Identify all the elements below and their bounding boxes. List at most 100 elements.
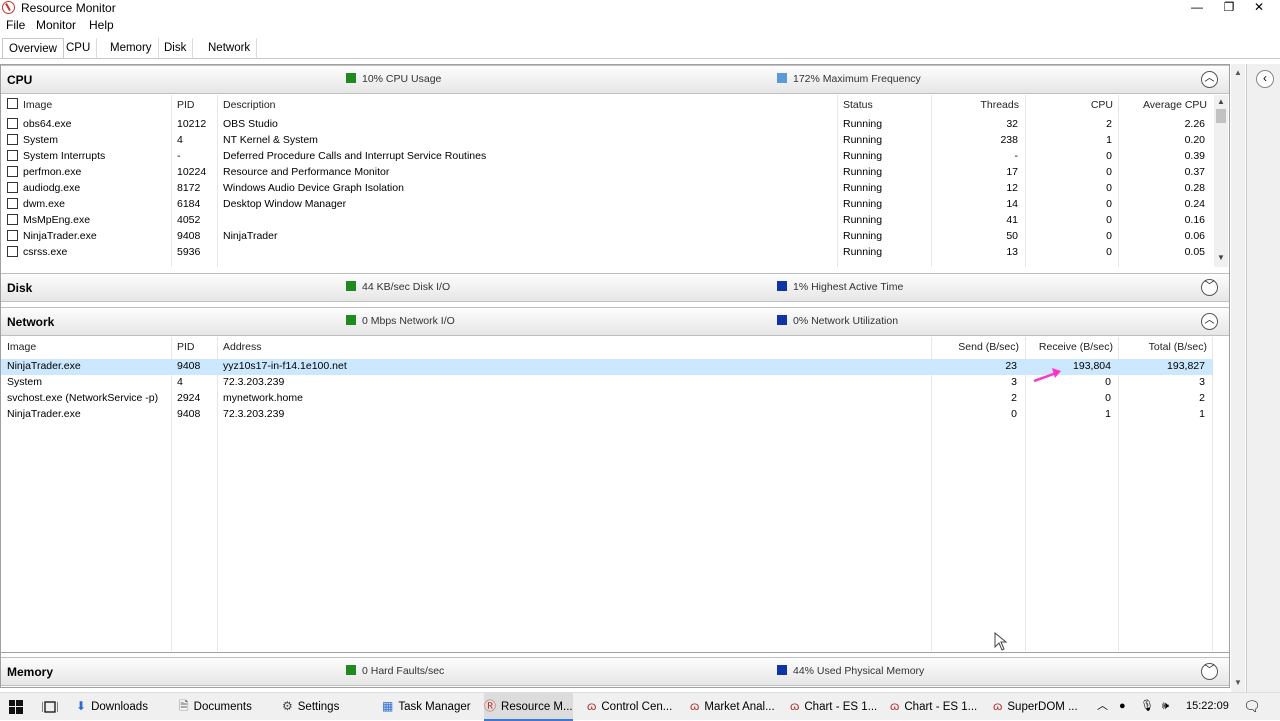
cpu-section-header[interactable]: CPU 10% CPU Usage 172% Maximum Frequency… bbox=[1, 65, 1229, 94]
row-checkbox[interactable] bbox=[7, 230, 18, 241]
col-image[interactable]: Image bbox=[23, 99, 52, 111]
table-row[interactable]: MsMpEng.exe 4052 Running 41 0 0.16 bbox=[1, 213, 1213, 229]
row-checkbox[interactable] bbox=[7, 198, 18, 209]
table-row[interactable]: NinjaTrader.exe 9408 72.3.203.239 0 1 1 bbox=[1, 407, 1213, 423]
net-col-send[interactable]: Send (B/sec) bbox=[935, 341, 1019, 353]
minimize-button[interactable]: — bbox=[1184, 0, 1210, 16]
close-button[interactable]: ✕ bbox=[1246, 0, 1272, 16]
gear-icon: ⚙ bbox=[282, 699, 293, 713]
window-scrollbar[interactable]: ▲ ▼ bbox=[1231, 64, 1245, 692]
net-col-pid[interactable]: PID bbox=[177, 341, 195, 353]
microphone-icon[interactable]: 🎙 bbox=[1140, 693, 1154, 721]
expand-graphs-button[interactable]: ‹ bbox=[1256, 70, 1274, 88]
taskbar-chart-es-2[interactable]: ɷ Chart - ES 1... bbox=[890, 693, 977, 721]
tab-network[interactable]: Network bbox=[202, 38, 258, 59]
row-checkbox[interactable] bbox=[7, 134, 18, 145]
col-threads[interactable]: Threads bbox=[961, 99, 1019, 111]
tab-cpu[interactable]: CPU bbox=[60, 38, 98, 59]
cpu-usage-swatch bbox=[346, 73, 356, 83]
windows-start-icon[interactable] bbox=[9, 700, 23, 714]
col-cpu[interactable]: CPU bbox=[1061, 99, 1113, 111]
tray-app-icon[interactable]: ● bbox=[1119, 693, 1126, 721]
disk-io-swatch bbox=[346, 281, 356, 291]
col-average-cpu[interactable]: Average CPU bbox=[1121, 99, 1207, 111]
network-io-label: 0 Mbps Network I/O bbox=[362, 315, 455, 327]
scroll-up-icon[interactable]: ▲ bbox=[1217, 97, 1225, 106]
tab-disk[interactable]: Disk bbox=[158, 38, 194, 59]
scroll-up-icon[interactable]: ▲ bbox=[1234, 68, 1242, 77]
menu-help[interactable]: Help bbox=[89, 18, 114, 32]
task-view-icon[interactable] bbox=[42, 700, 58, 714]
row-checkbox[interactable] bbox=[7, 166, 18, 177]
table-row[interactable]: svchost.exe (NetworkService -p) 2924 mynet… bbox=[1, 391, 1213, 407]
col-pid[interactable]: PID bbox=[177, 99, 195, 111]
process-average-cpu: 0.39 bbox=[1184, 150, 1205, 162]
tab-overview[interactable]: Overview bbox=[2, 38, 64, 59]
taskbar-downloads[interactable]: ⬇ Downloads bbox=[76, 693, 148, 721]
process-average-cpu: 0.28 bbox=[1184, 182, 1205, 194]
net-col-address[interactable]: Address bbox=[223, 341, 262, 353]
col-status[interactable]: Status bbox=[843, 99, 873, 111]
process-pid: 10212 bbox=[177, 118, 207, 130]
col-description[interactable]: Description bbox=[223, 99, 276, 111]
process-threads: 17 bbox=[1006, 166, 1018, 178]
hard-faults-label: 0 Hard Faults/sec bbox=[362, 665, 445, 677]
maximize-button[interactable]: ❐ bbox=[1216, 0, 1242, 16]
net-col-total[interactable]: Total (B/sec) bbox=[1121, 341, 1207, 353]
cpu-table-scrollbar[interactable]: ▲ ▼ bbox=[1214, 95, 1228, 267]
taskbar-chart-es-1[interactable]: ɷ Chart - ES 1... bbox=[790, 693, 877, 721]
tab-memory[interactable]: Memory bbox=[104, 38, 159, 59]
resource-monitor-icon bbox=[2, 1, 15, 14]
ninjatrader-icon: ɷ bbox=[790, 699, 800, 713]
scroll-down-icon[interactable]: ▼ bbox=[1217, 253, 1225, 262]
row-checkbox[interactable] bbox=[7, 150, 18, 161]
notifications-icon[interactable]: 🗨 bbox=[1243, 693, 1261, 721]
cpu-collapse-button[interactable]: ︿ bbox=[1201, 71, 1218, 88]
process-cpu: 2 bbox=[1106, 118, 1112, 130]
task-manager-icon: ▦ bbox=[382, 699, 394, 713]
tray-overflow-icon[interactable]: ︿ bbox=[1097, 693, 1108, 721]
scroll-thumb[interactable] bbox=[1216, 109, 1226, 123]
taskbar-superdom[interactable]: ɷ SuperDOM ... bbox=[993, 693, 1078, 721]
net-image: svchost.exe (NetworkService -p) bbox=[7, 392, 159, 404]
taskbar-documents[interactable]: 🗎 Documents bbox=[179, 693, 252, 721]
table-row[interactable]: obs64.exe 10212 OBS Studio Running 32 2 2.26 bbox=[1, 117, 1213, 133]
resource-monitor-icon: Ⓡ bbox=[484, 699, 497, 713]
disk-expand-button[interactable]: ﹀ bbox=[1201, 279, 1218, 296]
table-row[interactable]: csrss.exe 5936 Running 13 0 0.05 bbox=[1, 245, 1213, 261]
taskbar-market-analyzer[interactable]: ɷ Market Anal... bbox=[690, 693, 775, 721]
volume-icon[interactable]: 🕪 bbox=[1162, 693, 1169, 721]
document-icon: 🗎 bbox=[179, 699, 189, 713]
clock[interactable]: 15:22:09 bbox=[1186, 693, 1229, 721]
memory-expand-button[interactable]: ﹀ bbox=[1201, 663, 1218, 680]
row-checkbox[interactable] bbox=[7, 118, 18, 129]
network-utilization-label: 0% Network Utilization bbox=[793, 315, 899, 327]
taskbar-resource-monitor[interactable]: Ⓡ Resource M... bbox=[484, 693, 573, 721]
menu-monitor[interactable]: Monitor bbox=[36, 18, 76, 32]
net-col-image[interactable]: Image bbox=[7, 341, 36, 353]
taskbar-control-center[interactable]: ɷ Control Cen... bbox=[587, 693, 672, 721]
table-row[interactable]: perfmon.exe 10224 Resource and Performance… bbox=[1, 165, 1213, 181]
menu-file[interactable]: File bbox=[6, 18, 25, 32]
scroll-down-icon[interactable]: ▼ bbox=[1234, 678, 1242, 687]
memory-section-header[interactable]: Memory 0 Hard Faults/sec 44% Used Physic… bbox=[1, 657, 1229, 686]
row-checkbox[interactable] bbox=[7, 214, 18, 225]
taskbar-task-manager[interactable]: ▦ Task Manager bbox=[382, 693, 471, 721]
network-section-header[interactable]: Network 0 Mbps Network I/O 0% Network Ut… bbox=[1, 307, 1229, 336]
table-row[interactable]: System Interrupts - Deferred Procedure Cal… bbox=[1, 149, 1213, 165]
table-row[interactable]: System 4 NT Kernel & System Running 238 1 0.20 bbox=[1, 133, 1213, 149]
net-col-receive[interactable]: Receive (B/sec) bbox=[1027, 341, 1113, 353]
row-checkbox[interactable] bbox=[7, 246, 18, 257]
table-row[interactable]: dwm.exe 6184 Desktop Window Manager Running… bbox=[1, 197, 1213, 213]
network-collapse-button[interactable]: ︿ bbox=[1201, 313, 1218, 330]
process-cpu: 0 bbox=[1106, 166, 1112, 178]
table-row[interactable]: NinjaTrader.exe 9408 NinjaTrader Running 50 0… bbox=[1, 229, 1213, 245]
select-all-checkbox[interactable] bbox=[7, 98, 18, 109]
table-row[interactable]: audiodg.exe 8172 Windows Audio Device Grap… bbox=[1, 181, 1213, 197]
process-pid: 5936 bbox=[177, 246, 201, 258]
disk-section-header[interactable]: Disk 44 KB/sec Disk I/O 1% Highest Activ… bbox=[1, 273, 1229, 302]
row-checkbox[interactable] bbox=[7, 182, 18, 193]
taskbar-settings[interactable]: ⚙ Settings bbox=[282, 693, 339, 721]
menu-bar: File Monitor Help bbox=[0, 17, 1280, 34]
active-time-label: 1% Highest Active Time bbox=[793, 281, 904, 293]
